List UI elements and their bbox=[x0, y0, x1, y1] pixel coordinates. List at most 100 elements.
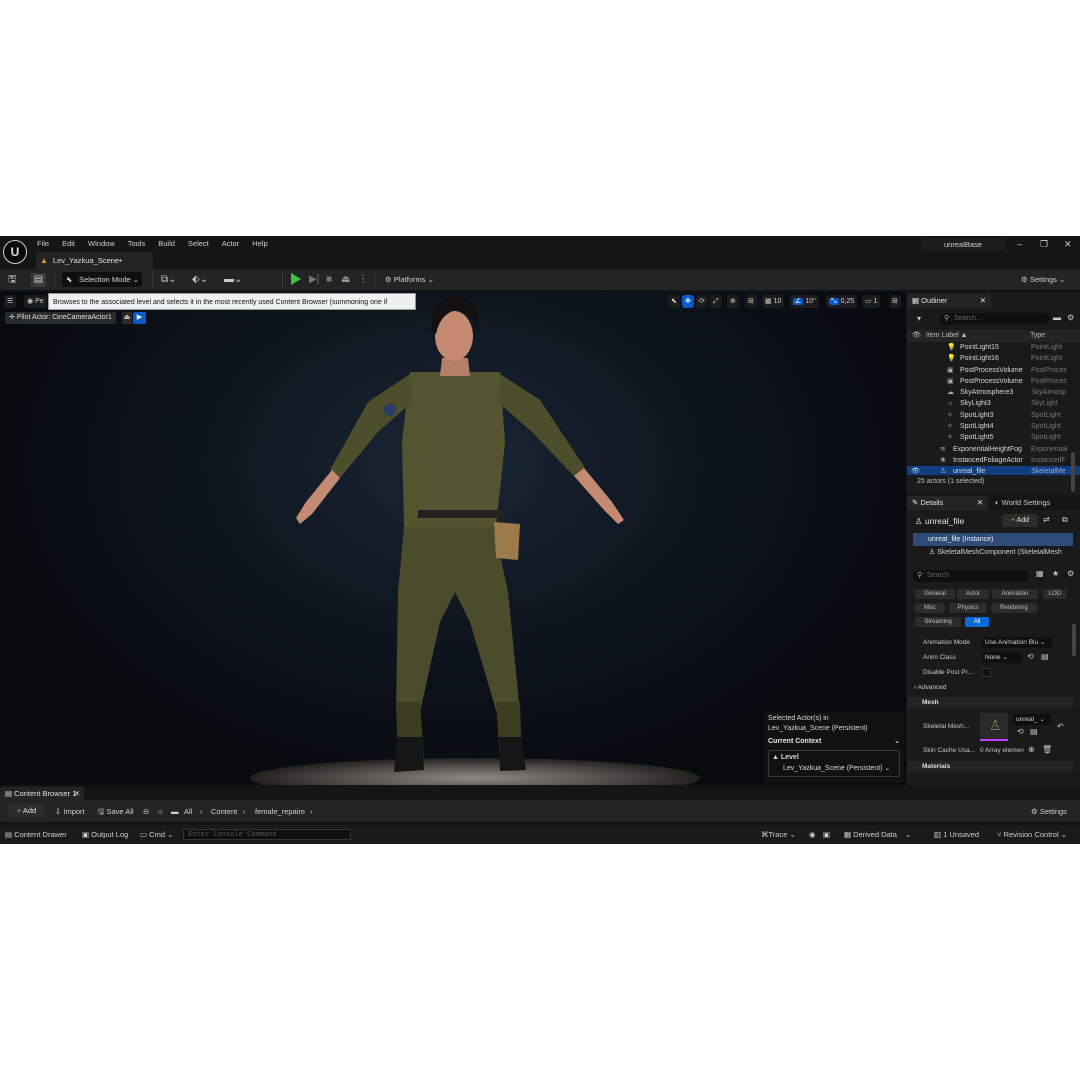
menu-help[interactable]: Help bbox=[252, 238, 267, 250]
filter-all[interactable]: All bbox=[965, 617, 989, 627]
outliner-tab[interactable]: ▦ Outliner ✕ bbox=[907, 294, 991, 308]
selection-mode-dropdown[interactable]: Selection Mode ⌄ bbox=[62, 272, 142, 287]
table-view-icon[interactable]: ▦ bbox=[1036, 569, 1044, 578]
history-forward-icon[interactable]: ⊕ bbox=[157, 806, 163, 817]
unsaved-button[interactable]: ▥ 1 Unsaved bbox=[934, 829, 979, 840]
delete-icon[interactable]: 🗑 bbox=[1042, 745, 1052, 754]
filter-rendering[interactable]: Rendering bbox=[991, 603, 1037, 613]
menu-actor[interactable]: Actor bbox=[222, 238, 240, 250]
mesh-category[interactable]: Mesh bbox=[907, 697, 1073, 709]
filter-physics[interactable]: Physics bbox=[949, 603, 987, 613]
add-actor-icon[interactable]: ⧉⌄ bbox=[161, 273, 177, 287]
grid-snap-button[interactable]: ▦ 10 bbox=[762, 295, 785, 308]
blueprint-convert-icon[interactable]: ⇄ bbox=[1043, 515, 1050, 524]
world-settings-tab[interactable]: ◐ World Settings bbox=[995, 498, 1050, 507]
outliner-search-input[interactable]: Search... bbox=[940, 313, 1050, 325]
select-mode-icon[interactable]: ⬉ bbox=[668, 295, 680, 308]
list-item[interactable]: ▣ PostProcessVolume PostProces bbox=[907, 376, 1080, 387]
content-browser-settings[interactable]: ⚙ Settings bbox=[1031, 806, 1067, 817]
list-item[interactable]: ▣ PostProcessVolume PostProces bbox=[907, 365, 1080, 376]
play-icon[interactable] bbox=[291, 273, 301, 285]
close-icon[interactable]: ✕ bbox=[1064, 238, 1072, 251]
output-log-button[interactable]: ▣ Output Log bbox=[82, 829, 128, 840]
list-item[interactable]: ☼ SkyLight3 SkyLight bbox=[907, 398, 1080, 409]
filter-general[interactable]: General bbox=[915, 589, 955, 599]
save-all-button[interactable]: 🖫 Save All bbox=[98, 806, 134, 817]
use-selected-icon[interactable]: ⟲ bbox=[1017, 727, 1024, 736]
viewport-menu-icon[interactable]: ☰ bbox=[4, 295, 17, 308]
menu-window[interactable]: Window bbox=[88, 238, 115, 250]
breadcrumb-female-repaire[interactable]: female_repaire bbox=[255, 806, 305, 817]
close-tab-icon[interactable]: ✕ bbox=[977, 496, 983, 510]
filter-streaming[interactable]: Streaming bbox=[915, 617, 961, 627]
console-input[interactable]: Enter Console Command bbox=[183, 829, 351, 840]
list-item[interactable]: 💡 PointLight16 PointLight bbox=[907, 353, 1080, 364]
details-scrollbar[interactable] bbox=[1072, 624, 1076, 656]
revision-control-button[interactable]: ⑂ Revision Control ⌄ bbox=[997, 829, 1067, 840]
rotate-icon[interactable]: ⟳ bbox=[696, 295, 708, 308]
menu-build[interactable]: Build bbox=[158, 238, 175, 250]
save-icon[interactable]: 🖫 bbox=[8, 273, 17, 287]
anim-class-dropdown[interactable]: None ⌄ bbox=[982, 652, 1022, 663]
animation-mode-dropdown[interactable]: Use Animation Blu ⌄ bbox=[982, 637, 1052, 648]
menu-edit[interactable]: Edit bbox=[62, 238, 75, 250]
list-item-selected[interactable]: 👁 ♙ unreal_file SkeletalMe bbox=[907, 466, 1080, 475]
history-back-icon[interactable]: ⊖ bbox=[143, 806, 149, 817]
camera-speed-button[interactable]: ▭ 1 bbox=[862, 295, 881, 308]
record-icon[interactable]: ◉ bbox=[809, 829, 816, 840]
breadcrumb-all[interactable]: All bbox=[184, 806, 192, 817]
skip-icon[interactable]: ▶| bbox=[309, 273, 319, 287]
outliner-scrollbar[interactable] bbox=[1071, 452, 1075, 492]
import-button[interactable]: ⇩ Import bbox=[55, 806, 85, 817]
visibility-icon[interactable]: 👁 bbox=[911, 466, 920, 475]
favorite-icon[interactable]: ★ bbox=[1052, 569, 1059, 578]
close-tab-icon[interactable]: ✕ bbox=[74, 787, 80, 800]
settings-button[interactable]: ⚙ Settings ⌄ bbox=[1021, 273, 1065, 287]
breadcrumb-content[interactable]: Content bbox=[211, 806, 237, 817]
maximize-icon[interactable]: ❐ bbox=[1040, 238, 1048, 251]
outliner-settings-icon[interactable]: ⚙ bbox=[1067, 311, 1074, 325]
details-settings-icon[interactable]: ⚙ bbox=[1067, 569, 1074, 578]
level-viewport[interactable]: ☰ ◉ Pe Browses to the associated level a… bbox=[0, 292, 906, 785]
menu-select[interactable]: Select bbox=[188, 238, 209, 250]
add-element-icon[interactable]: ⊕ bbox=[1028, 745, 1035, 754]
list-item[interactable]: ❀ InstancedFoliageActor InstancedF bbox=[907, 455, 1080, 466]
filter-icon[interactable]: ▾ bbox=[917, 312, 921, 326]
list-item[interactable]: ✧ SpotLight5 SpotLight bbox=[907, 432, 1080, 443]
disable-post-process-checkbox[interactable] bbox=[982, 668, 991, 677]
surface-snap-icon[interactable]: ⊞ bbox=[745, 295, 757, 308]
content-browser-tab[interactable]: ▤ Content Browser 1 ✕ bbox=[0, 787, 84, 800]
browse-level-icon[interactable]: ▤ bbox=[31, 273, 46, 287]
trace-button[interactable]: ⌘Trace ⌄ bbox=[761, 829, 796, 840]
layout-icon[interactable]: ⊞ bbox=[889, 295, 901, 308]
filter-misc[interactable]: Misc bbox=[915, 603, 945, 613]
menu-tools[interactable]: Tools bbox=[128, 238, 146, 250]
translate-icon[interactable]: ✥ bbox=[682, 295, 694, 308]
col-item-label[interactable]: Item Label ▲ bbox=[926, 330, 968, 342]
browse-icon[interactable]: ▤ bbox=[1041, 652, 1049, 661]
menu-file[interactable]: File bbox=[37, 238, 49, 250]
content-drawer-button[interactable]: ▤ Content Drawer bbox=[5, 829, 67, 840]
scale-icon[interactable]: ⤢ bbox=[710, 295, 722, 308]
list-item[interactable]: ☁ SkyAtmosphere3 SkyAtmosp bbox=[907, 387, 1080, 398]
camera-icon[interactable]: ▶ bbox=[133, 312, 146, 324]
cinematics-icon[interactable]: ▬⌄ bbox=[224, 273, 242, 287]
minimize-icon[interactable]: – bbox=[1017, 238, 1022, 251]
skeletal-mesh-dropdown[interactable]: unreal_ ⌄ bbox=[1013, 714, 1051, 725]
blueprint-icon[interactable]: ⬖⌄ bbox=[192, 273, 208, 287]
rotation-snap-button[interactable]: ∠ 10° bbox=[790, 295, 819, 308]
level-selector[interactable]: ▲ Level Lev_Yazkua_Scene (Persistent) ⌄ bbox=[768, 750, 900, 777]
use-selected-icon[interactable]: ⟲ bbox=[1027, 652, 1034, 661]
list-item[interactable]: ≋ ExponentialHeightFog Exponential bbox=[907, 444, 1080, 455]
more-options-icon[interactable]: ⋮ bbox=[358, 273, 368, 287]
stop-icon[interactable]: ■ bbox=[326, 273, 332, 287]
advanced-section[interactable]: › Advanced bbox=[914, 683, 947, 693]
instance-row[interactable]: unreal_file (Instance) bbox=[913, 533, 1073, 546]
platforms-button[interactable]: ⚙ Platforms ⌄ bbox=[385, 273, 434, 287]
folder-icon[interactable]: ▬ bbox=[1053, 311, 1061, 325]
browse-icon[interactable]: ▤ bbox=[1030, 727, 1038, 736]
add-component-button[interactable]: + Add bbox=[1002, 514, 1038, 527]
mesh-thumbnail[interactable]: ♙ bbox=[980, 713, 1008, 741]
snapshot-icon[interactable]: ▣ bbox=[823, 829, 830, 840]
reset-icon[interactable]: ↶ bbox=[1057, 722, 1064, 731]
